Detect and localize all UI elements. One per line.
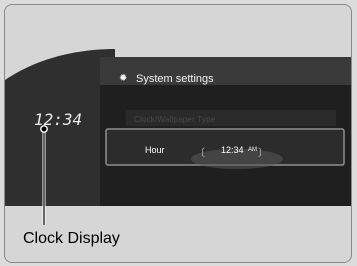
illustration-frame: ✹ System settings Clock/Wallpaper Type H… — [0, 0, 357, 266]
callout-label: Clock Display — [23, 230, 120, 247]
callout-line — [40, 125, 48, 225]
diagram-card: ✹ System settings Clock/Wallpaper Type H… — [4, 4, 352, 263]
